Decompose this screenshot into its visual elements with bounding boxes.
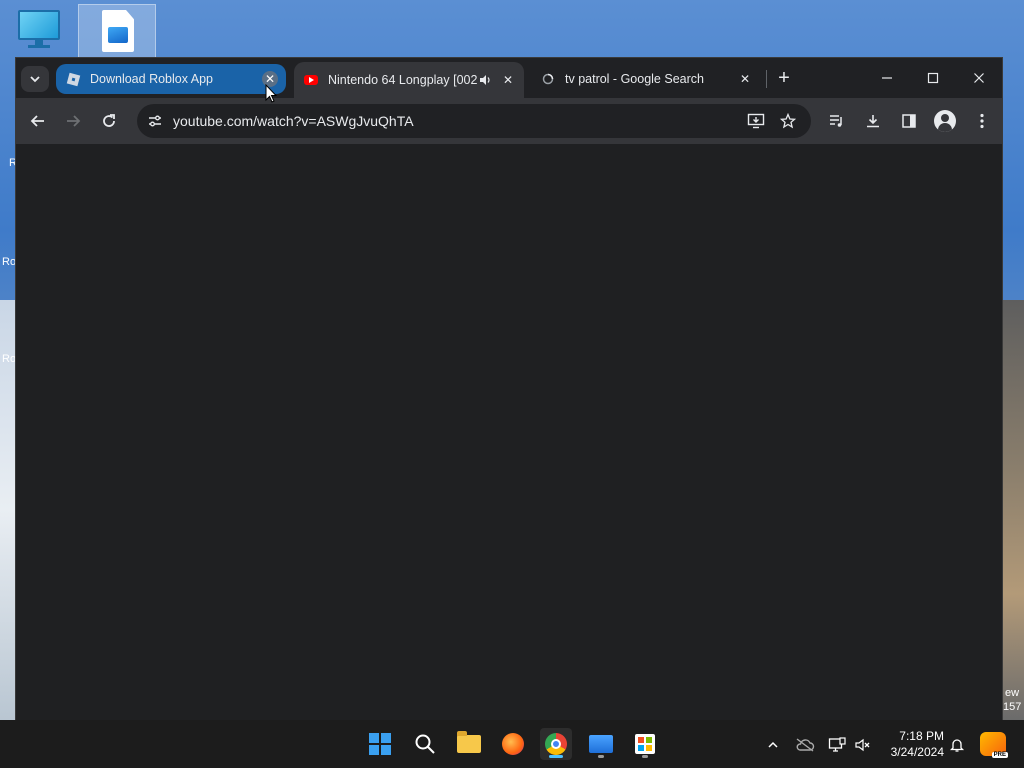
install-app-icon[interactable] xyxy=(744,109,768,133)
media-controls-button[interactable] xyxy=(823,107,851,135)
downloads-button[interactable] xyxy=(859,107,887,135)
file-explorer-button[interactable] xyxy=(453,728,485,760)
address-bar[interactable]: youtube.com/watch?v=ASWgJvuQhTA xyxy=(137,104,811,138)
show-hidden-icons-button[interactable] xyxy=(762,734,784,756)
download-icon xyxy=(867,115,879,128)
speaker-icon[interactable] xyxy=(478,73,492,87)
profile-avatar-icon[interactable] xyxy=(934,110,956,132)
page-content-area[interactable] xyxy=(16,144,1002,720)
image-file-desktop-icon[interactable] xyxy=(78,4,156,58)
clock-time: 7:18 PM xyxy=(899,729,944,743)
store-icon xyxy=(635,734,655,754)
tab-close-button[interactable]: ✕ xyxy=(500,72,516,88)
loading-globe-icon xyxy=(541,72,555,86)
windows-logo-icon xyxy=(369,733,391,755)
photos-button[interactable] xyxy=(585,728,617,760)
firefox-button[interactable] xyxy=(497,728,529,760)
store-button[interactable] xyxy=(629,728,661,760)
browser-toolbar: youtube.com/watch?v=ASWgJvuQhTA xyxy=(16,98,1002,144)
volume-muted-icon xyxy=(855,738,870,752)
volume-button[interactable] xyxy=(852,734,874,756)
chrome-taskbar-button[interactable] xyxy=(540,728,572,760)
tab-title: Nintendo 64 Longplay [002 xyxy=(328,73,478,87)
bell-icon xyxy=(949,739,965,752)
network-icon xyxy=(828,737,846,752)
tab-strip: Download Roblox App ✕ Nintendo 64 Longpl… xyxy=(16,58,1002,98)
chrome-window: Download Roblox App ✕ Nintendo 64 Longpl… xyxy=(15,57,1003,720)
tab-separator xyxy=(766,70,767,88)
new-tab-button[interactable]: + xyxy=(774,66,794,90)
site-info-icon[interactable] xyxy=(145,111,165,131)
roblox-icon xyxy=(66,72,80,86)
tab-youtube[interactable]: Nintendo 64 Longplay [002 ✕ xyxy=(294,62,524,98)
notifications-button[interactable] xyxy=(946,734,968,756)
more-vertical-icon xyxy=(980,113,984,129)
maximize-icon xyxy=(927,72,939,84)
background-window-right xyxy=(1002,300,1024,720)
minimize-button[interactable] xyxy=(864,58,910,98)
desktop-label-fragment: 157 xyxy=(1003,701,1022,713)
chrome-icon xyxy=(545,733,567,755)
close-icon xyxy=(974,73,984,83)
cloud-offline-icon xyxy=(796,738,815,752)
firefox-icon xyxy=(502,733,524,755)
clock-date: 3/24/2024 xyxy=(890,745,944,759)
close-window-button[interactable] xyxy=(956,58,1002,98)
copilot-preview-badge: PRE xyxy=(991,752,1008,758)
desktop-label-fragment: ew xyxy=(1005,687,1020,699)
photos-icon xyxy=(589,735,613,753)
bookmark-star-icon[interactable] xyxy=(776,109,800,133)
back-button[interactable] xyxy=(24,107,52,135)
desktop-label-fragment: Ro xyxy=(2,256,17,268)
tab-title: tv patrol - Google Search xyxy=(565,72,704,86)
onedrive-button[interactable] xyxy=(794,734,816,756)
search-button[interactable] xyxy=(409,728,441,760)
start-button[interactable] xyxy=(364,728,396,760)
playlist-music-icon xyxy=(830,115,842,127)
desktop-label-fragment: Ro xyxy=(2,353,17,365)
this-pc-desktop-icon[interactable] xyxy=(18,10,60,48)
search-icon xyxy=(415,734,435,754)
tab-roblox[interactable]: Download Roblox App ✕ xyxy=(56,64,286,94)
chrome-menu-button[interactable] xyxy=(968,107,996,135)
copilot-button[interactable]: PRE xyxy=(980,732,1008,758)
url-text[interactable]: youtube.com/watch?v=ASWgJvuQhTA xyxy=(173,113,414,129)
tab-title: Download Roblox App xyxy=(90,72,213,86)
network-button[interactable] xyxy=(826,734,848,756)
tab-close-button[interactable]: ✕ xyxy=(737,71,753,87)
forward-button[interactable] xyxy=(59,107,87,135)
chevron-up-icon xyxy=(768,741,778,748)
arrow-left-icon xyxy=(30,115,44,127)
reload-button[interactable] xyxy=(95,107,123,135)
tab-google-search[interactable]: tv patrol - Google Search ✕ xyxy=(531,64,761,94)
youtube-icon xyxy=(304,73,318,87)
windows-taskbar: 7:18 PM 3/24/2024 PRE xyxy=(0,720,1024,768)
arrow-right-icon xyxy=(67,115,81,127)
minimize-icon xyxy=(882,77,892,79)
chevron-down-icon xyxy=(30,76,40,83)
folder-icon xyxy=(457,731,481,753)
side-panel-button[interactable] xyxy=(895,107,923,135)
taskbar-clock[interactable]: 7:18 PM 3/24/2024 xyxy=(880,728,944,760)
maximize-button[interactable] xyxy=(910,58,956,98)
reload-icon xyxy=(103,114,115,127)
side-panel-icon xyxy=(902,114,916,128)
mouse-cursor-icon xyxy=(265,84,277,103)
tab-search-button[interactable] xyxy=(21,66,49,92)
